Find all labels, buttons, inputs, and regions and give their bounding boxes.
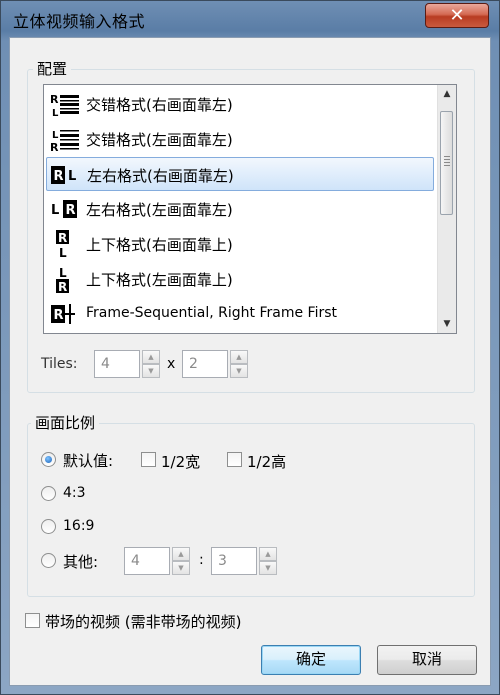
scroll-thumb[interactable]: [440, 111, 453, 215]
close-icon: ✕: [449, 5, 465, 26]
spin-up-icon[interactable]: ▲: [172, 547, 190, 561]
list-item-label: 上下格式(左画面靠上): [86, 271, 233, 289]
half-width-label: 1/2宽: [161, 453, 201, 471]
side-by-side-lr-icon: L R: [51, 200, 77, 218]
config-group-label: 配置: [33, 58, 72, 79]
dialog-window: 立体视频输入格式 ✕ 配置 R L 交错格式(右画面靠左) L R 交错格式(左…: [0, 0, 500, 695]
list-item[interactable]: L R 左右格式(左画面靠左): [46, 192, 434, 226]
title-bar[interactable]: 立体视频输入格式 ✕: [1, 1, 499, 37]
svg-text:L: L: [59, 266, 67, 280]
list-scrollbar[interactable]: ▲ ▼: [437, 85, 456, 333]
frame-sequential-icon: R: [51, 304, 75, 324]
list-item[interactable]: R Frame-Sequential, Right Frame First: [46, 297, 434, 331]
other-width-stepper[interactable]: ▲ ▼: [172, 547, 190, 575]
svg-text:L: L: [52, 108, 59, 118]
svg-text:L: L: [59, 246, 67, 258]
default-label: 默认值:: [63, 452, 114, 470]
svg-text:R: R: [54, 169, 64, 184]
tiles-x-stepper[interactable]: ▲ ▼: [142, 350, 160, 378]
other-separator: :: [199, 552, 204, 568]
list-item[interactable]: L R 上下格式(左画面靠上): [46, 262, 434, 296]
spin-up-icon[interactable]: ▲: [142, 350, 160, 364]
close-button[interactable]: ✕: [425, 3, 489, 28]
list-item-label: 左右格式(右画面靠左): [87, 167, 234, 185]
ratio-16-9-label: 16:9: [63, 518, 95, 534]
list-item-label: 左右格式(左画面靠左): [86, 201, 233, 219]
list-item[interactable]: R L 交错格式(右画面靠左): [46, 87, 434, 121]
spin-down-icon[interactable]: ▼: [230, 364, 248, 378]
list-item[interactable]: L R 交错格式(左画面靠左): [46, 122, 434, 156]
svg-text:R: R: [58, 231, 67, 245]
spin-down-icon[interactable]: ▼: [259, 561, 277, 575]
svg-text:R: R: [50, 141, 59, 153]
scroll-up-icon[interactable]: ▲: [438, 85, 456, 103]
field-video-label: 带场的视频 (需非带场的视频): [45, 613, 242, 631]
other-width-value: 4: [131, 553, 140, 569]
ratio-4-3-label: 4:3: [63, 485, 86, 501]
tiles-y-input[interactable]: 2: [182, 350, 228, 378]
top-bottom-rl-icon: R L: [56, 230, 69, 258]
svg-text:L: L: [68, 169, 76, 184]
scroll-down-icon[interactable]: ▼: [438, 315, 456, 333]
half-height-checkbox[interactable]: [227, 452, 242, 467]
half-height-label: 1/2高: [247, 453, 287, 471]
tiles-x-input[interactable]: 4: [94, 350, 140, 378]
radio-16-9[interactable]: [41, 519, 56, 534]
other-height-value: 3: [218, 553, 227, 569]
spin-up-icon[interactable]: ▲: [230, 350, 248, 364]
spin-down-icon[interactable]: ▼: [172, 561, 190, 575]
svg-text:R: R: [54, 308, 64, 323]
list-item[interactable]: R L 上下格式(右画面靠上): [46, 227, 434, 261]
list-item-label: 上下格式(右画面靠上): [86, 236, 233, 254]
svg-text:R: R: [50, 93, 59, 106]
grip-icon: [444, 156, 450, 166]
tiles-separator: x: [167, 356, 176, 372]
ok-button[interactable]: 确定: [261, 645, 361, 675]
format-listbox[interactable]: R L 交错格式(右画面靠左) L R 交错格式(左画面靠左) R L 左右格式…: [43, 84, 457, 334]
svg-text:R: R: [66, 203, 76, 218]
top-bottom-lr-icon: L R: [56, 266, 69, 293]
half-width-checkbox[interactable]: [141, 452, 156, 467]
side-by-side-rl-icon: R L: [51, 166, 76, 184]
radio-other[interactable]: [41, 553, 56, 568]
other-label: 其他:: [63, 553, 99, 571]
radio-4-3[interactable]: [41, 486, 56, 501]
other-height-input[interactable]: 3: [211, 547, 257, 575]
svg-text:L: L: [51, 203, 59, 218]
tiles-label: Tiles:: [41, 356, 78, 372]
spin-up-icon[interactable]: ▲: [259, 547, 277, 561]
svg-text:L: L: [52, 130, 59, 141]
radio-default[interactable]: [41, 452, 56, 467]
other-height-stepper[interactable]: ▲ ▼: [259, 547, 277, 575]
window-title: 立体视频输入格式: [13, 12, 146, 31]
interleaved-rl-icon: R L: [50, 93, 79, 118]
aspect-group-label: 画面比例: [31, 412, 100, 433]
tiles-y-stepper[interactable]: ▲ ▼: [230, 350, 248, 378]
list-item-label: 交错格式(左画面靠左): [86, 131, 233, 149]
list-item-selected[interactable]: R L 左右格式(右画面靠左): [46, 157, 434, 191]
list-item-label: Frame-Sequential, Right Frame First: [86, 305, 338, 321]
cancel-button[interactable]: 取消: [377, 645, 477, 675]
interleaved-lr-icon: L R: [50, 130, 79, 153]
list-item-label: 交错格式(右画面靠左): [86, 96, 233, 114]
svg-text:R: R: [58, 280, 67, 293]
other-width-input[interactable]: 4: [124, 547, 170, 575]
tiles-x-value: 4: [101, 356, 110, 372]
spin-down-icon[interactable]: ▼: [142, 364, 160, 378]
tiles-y-value: 2: [189, 356, 198, 372]
field-video-checkbox[interactable]: [25, 613, 40, 628]
